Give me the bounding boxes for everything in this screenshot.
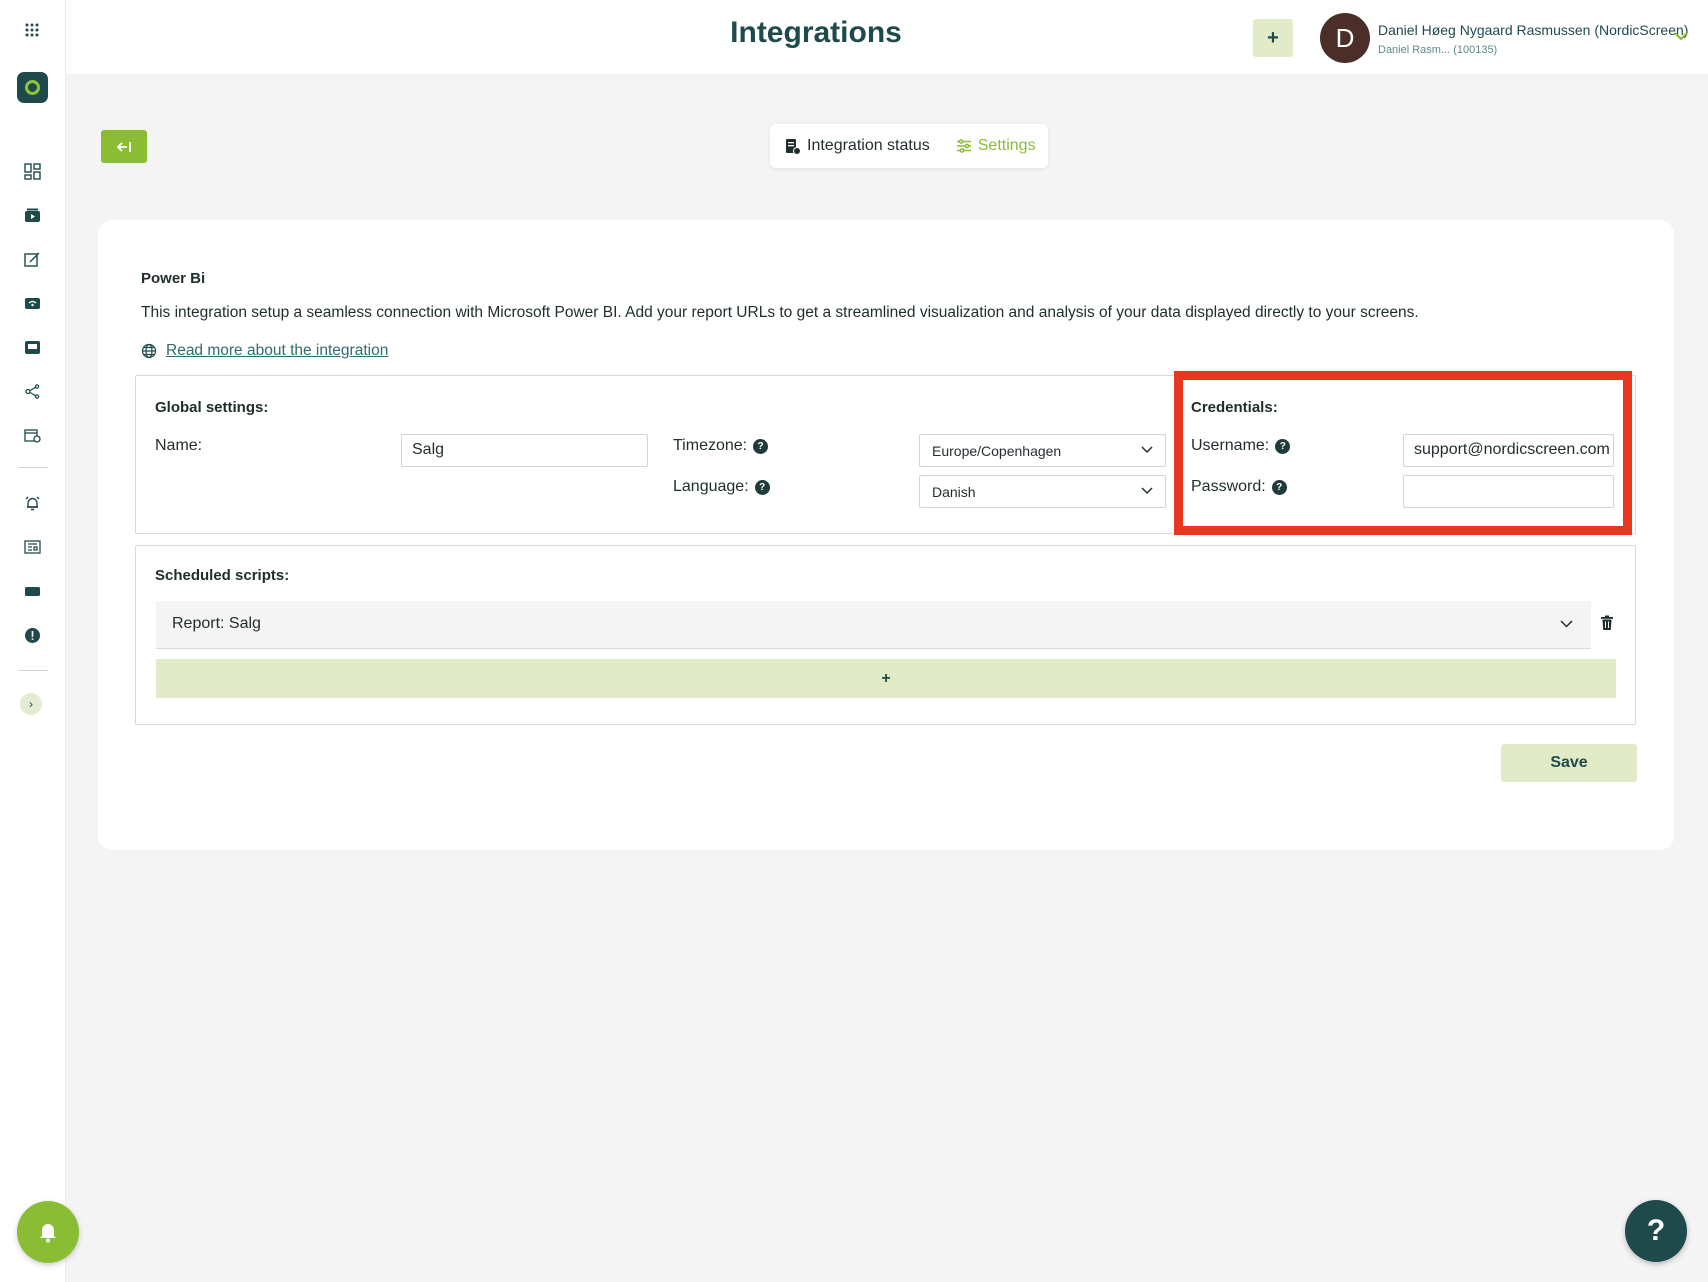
news-icon[interactable] — [19, 534, 45, 560]
back-button[interactable] — [101, 130, 147, 163]
app-logo[interactable] — [17, 72, 48, 103]
chevron-down-icon — [1141, 484, 1153, 498]
sidebar: › — [0, 0, 79, 1282]
question-icon: ? — [1646, 1214, 1666, 1247]
trash-icon[interactable] — [1600, 615, 1614, 636]
add-button[interactable]: + — [1253, 19, 1293, 57]
global-settings-title: Global settings: — [155, 399, 269, 416]
language-select[interactable]: Danish — [919, 475, 1166, 508]
name-label: Name: — [155, 437, 203, 454]
integration-description: This integration setup a seamless connec… — [141, 304, 1419, 321]
language-label: Language:? — [673, 478, 770, 496]
chevron-right-icon[interactable]: › — [20, 693, 42, 715]
sidebar-divider — [18, 467, 48, 468]
user-account: Daniel Rasm... (100135) — [1378, 44, 1498, 56]
help-icon[interactable]: ? — [753, 438, 769, 454]
timezone-select[interactable]: Europe/Copenhagen — [919, 434, 1166, 467]
bell-icon — [40, 1224, 56, 1243]
calendar-icon[interactable] — [19, 422, 45, 448]
read-more: Read more about the integration — [141, 342, 388, 360]
arrow-left-bar-icon — [116, 141, 131, 152]
tab-bar: Integration status Settings — [770, 124, 1048, 168]
sidebar-divider — [18, 670, 48, 671]
card-icon[interactable] — [19, 578, 45, 604]
scheduled-scripts-section: Scheduled scripts: Report: Salg + — [135, 545, 1636, 725]
read-more-link[interactable]: Read more about the integration — [166, 342, 388, 360]
display-icon[interactable] — [19, 334, 45, 360]
alarm-icon[interactable] — [19, 490, 45, 516]
notifications-button[interactable] — [17, 1201, 79, 1263]
document-status-icon — [786, 138, 801, 155]
share-icon[interactable] — [19, 378, 45, 404]
apps-grid-icon[interactable] — [19, 17, 45, 43]
credentials-highlight — [1174, 371, 1632, 535]
wifi-icon[interactable] — [19, 290, 45, 316]
timezone-label: Timezone:? — [673, 437, 769, 455]
name-input[interactable]: Salg — [401, 434, 648, 467]
help-icon[interactable]: ? — [754, 479, 770, 495]
avatar[interactable]: D — [1320, 13, 1370, 63]
top-bar: Integrations + D Daniel Høeg Nygaard Ras… — [66, 0, 1708, 74]
chevron-down-icon — [1560, 615, 1573, 631]
help-button[interactable]: ? — [1625, 1200, 1687, 1262]
tab-settings-label: Settings — [977, 137, 1036, 154]
integration-card: Power Bi This integration setup a seamle… — [98, 220, 1674, 850]
dashboard-icon[interactable] — [19, 158, 45, 184]
user-name[interactable]: Daniel Høeg Nygaard Rasmussen (NordicScr… — [1378, 22, 1688, 38]
globe-icon — [141, 343, 157, 359]
chevron-down-icon — [1141, 443, 1153, 457]
chevron-down-icon[interactable] — [1674, 28, 1688, 44]
sliders-icon — [956, 139, 971, 153]
save-button[interactable]: Save — [1501, 744, 1637, 782]
alert-icon[interactable] — [19, 622, 45, 648]
report-accordion[interactable]: Report: Salg — [156, 601, 1591, 649]
tab-settings[interactable]: Settings — [956, 137, 1036, 155]
edit-icon[interactable] — [19, 246, 45, 272]
report-label: Report: Salg — [172, 615, 261, 632]
integration-title: Power Bi — [141, 270, 206, 287]
add-script-button[interactable]: + — [156, 659, 1616, 698]
media-icon[interactable] — [19, 202, 45, 228]
tab-integration-status[interactable]: Integration status — [784, 137, 930, 155]
tab-integration-status-label: Integration status — [807, 137, 930, 154]
scheduled-scripts-title: Scheduled scripts: — [155, 567, 290, 584]
